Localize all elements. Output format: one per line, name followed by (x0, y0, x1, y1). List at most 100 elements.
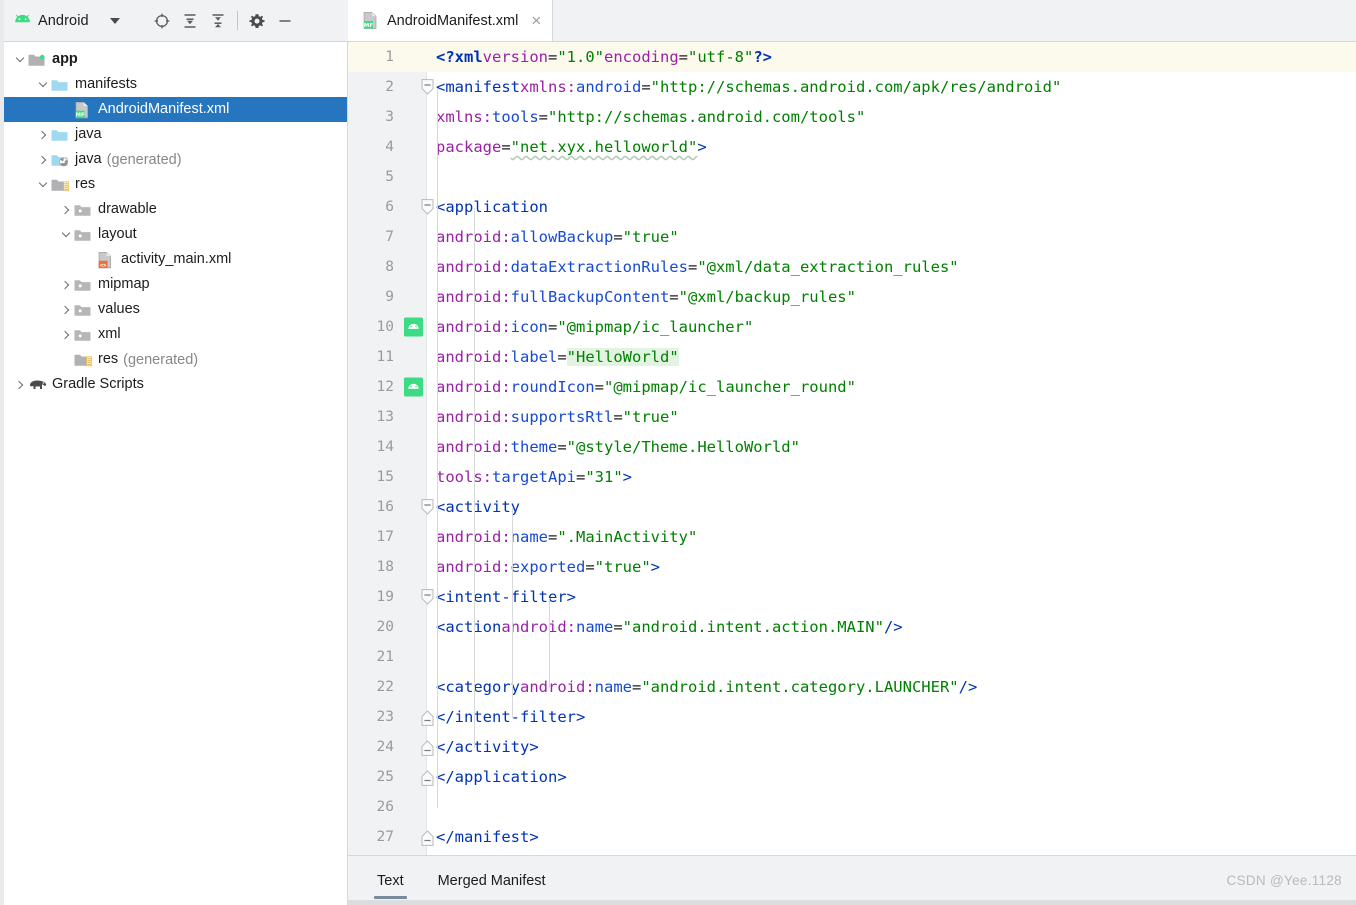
code-line[interactable]: 20 <action android: name = "android.intent.… (348, 612, 1356, 642)
code-text: </manifest> (436, 828, 539, 846)
code-line[interactable]: 16 <activity (348, 492, 1356, 522)
tree-item-drawable[interactable]: drawable (0, 197, 347, 222)
tree-item-androidmanifest-xml[interactable]: MF AndroidManifest.xml (0, 97, 347, 122)
code-line[interactable]: 21 (348, 642, 1356, 672)
expand-all-icon[interactable] (176, 7, 204, 35)
line-number: 8 (385, 259, 394, 275)
code-line[interactable]: 18 android:exported="true"> (348, 552, 1356, 582)
chevron-right-icon[interactable] (35, 152, 51, 168)
tree-item-res[interactable]: res (0, 172, 347, 197)
code-line[interactable]: 1 <?xml version = "1.0" encoding = "utf-8" ?> (348, 42, 1356, 72)
tab-text[interactable]: Text (360, 856, 421, 905)
tab-merged-manifest[interactable]: Merged Manifest (421, 856, 563, 905)
chevron-down-icon[interactable] (35, 77, 51, 93)
code-line[interactable]: 22 <category android: name = "android.inten… (348, 672, 1356, 702)
collapse-all-icon[interactable] (204, 7, 232, 35)
chevron-right-icon[interactable] (58, 277, 74, 293)
chevron-down-icon[interactable] (12, 52, 28, 68)
line-number: 9 (385, 289, 394, 305)
code-text: </activity> (436, 738, 539, 756)
tree-item-mipmap[interactable]: mipmap (0, 272, 347, 297)
code-line[interactable]: 7 android:allowBackup="true" (348, 222, 1356, 252)
chevron-right-icon[interactable] (58, 202, 74, 218)
chevron-right-icon[interactable] (58, 327, 74, 343)
chevron-right-icon[interactable] (58, 302, 74, 318)
tree-item-gradle-scripts[interactable]: Gradle Scripts (0, 372, 347, 397)
fold-collapse-icon[interactable] (419, 192, 435, 222)
tree-item-label: mipmap (98, 276, 150, 293)
code-line[interactable]: 2 <manifest xmlns: android = "http://schema… (348, 72, 1356, 102)
tree-item-java[interactable]: java (generated) (0, 147, 347, 172)
code-line[interactable]: 27 </manifest> (348, 822, 1356, 852)
code-line[interactable]: 11 android:label="HelloWorld" (348, 342, 1356, 372)
code-text: <manifest xmlns: android = "http://schemas.… (436, 78, 1062, 96)
toolbar-separator (236, 11, 238, 30)
tree-item-java[interactable]: java (0, 122, 347, 147)
settings-gear-icon[interactable] (243, 7, 271, 35)
project-tree[interactable]: app manifests MF AndroidManifest.xml java… (0, 42, 348, 905)
close-icon[interactable]: × (531, 12, 541, 29)
select-opened-file-icon[interactable] (148, 7, 176, 35)
android-resource-gutter-icon[interactable] (404, 317, 423, 337)
code-line[interactable]: 4 package = "net.xyx.helloworld" > (348, 132, 1356, 162)
code-line[interactable]: 24 </activity> (348, 732, 1356, 762)
manifest-file-icon: MF (362, 12, 378, 29)
code-line[interactable]: 12 android:roundIcon="@mipmap/ic_launche… (348, 372, 1356, 402)
code-line[interactable]: 8 android:dataExtractionRules="@xml/data… (348, 252, 1356, 282)
folder-icon (74, 202, 92, 217)
code-line[interactable]: 9 android:fullBackupContent="@xml/backup… (348, 282, 1356, 312)
svg-text:MF: MF (75, 112, 84, 118)
fold-expand-icon[interactable] (419, 702, 435, 732)
tree-item-label: manifests (75, 76, 138, 93)
tree-item-activity-main-xml[interactable]: <> activity_main.xml (0, 247, 347, 272)
fold-collapse-icon[interactable] (419, 582, 435, 612)
project-view-selector[interactable]: Android (14, 13, 120, 29)
code-line[interactable]: 17 android:name=".MainActivity" (348, 522, 1356, 552)
code-line[interactable]: 23 </intent-filter> (348, 702, 1356, 732)
tree-item-label: values (98, 301, 140, 318)
code-line[interactable]: 26 (348, 792, 1356, 822)
folder-icon (74, 227, 92, 242)
tree-item-icon (74, 227, 92, 243)
line-number: 24 (376, 739, 394, 755)
fold-expand-icon[interactable] (419, 822, 435, 852)
tree-item-icon (74, 352, 92, 368)
editor-tab-androidmanifest[interactable]: MF AndroidManifest.xml × (348, 0, 554, 41)
code-line[interactable]: 5 (348, 162, 1356, 192)
chevron-down-icon[interactable] (109, 17, 120, 24)
hide-panel-icon[interactable] (271, 7, 299, 35)
android-studio-window: Android MF AndroidManifest.xml × app man… (0, 0, 1356, 905)
tree-item-layout[interactable]: layout (0, 222, 347, 247)
tree-item-icon (74, 202, 92, 218)
tree-item-icon (74, 302, 92, 318)
tree-item-res[interactable]: res (generated) (0, 347, 347, 372)
chevron-down-icon[interactable] (35, 177, 51, 193)
fold-collapse-icon[interactable] (419, 72, 435, 102)
folder-icon (74, 277, 92, 292)
code-line[interactable]: 3 xmlns: tools = "http://schemas.android.co… (348, 102, 1356, 132)
fold-expand-icon[interactable] (419, 762, 435, 792)
code-area[interactable]: 1 <?xml version = "1.0" encoding = "utf-8" ?> 2… (348, 42, 1356, 855)
chevron-right-icon[interactable] (12, 377, 28, 393)
code-line[interactable]: 13 android:supportsRtl="true" (348, 402, 1356, 432)
code-line[interactable]: 19 <intent-filter > (348, 582, 1356, 612)
code-line[interactable]: 10 android:icon="@mipmap/ic_launcher" (348, 312, 1356, 342)
line-number: 4 (385, 139, 394, 155)
fold-expand-icon[interactable] (419, 732, 435, 762)
tree-item-values[interactable]: values (0, 297, 347, 322)
code-line[interactable]: 6 <application (348, 192, 1356, 222)
chevron-right-icon[interactable] (35, 127, 51, 143)
code-line[interactable]: 14 android:theme="@style/Theme.HelloWorl… (348, 432, 1356, 462)
code-line[interactable]: 15 tools: targetApi = "31" > (348, 462, 1356, 492)
tree-item-icon (51, 152, 69, 168)
tree-item-manifests[interactable]: manifests (0, 72, 347, 97)
chevron-down-icon[interactable] (58, 227, 74, 243)
line-number: 11 (376, 349, 394, 365)
tree-item-xml[interactable]: xml (0, 322, 347, 347)
android-resource-gutter-icon[interactable] (404, 377, 423, 397)
code-line[interactable]: 25 </application> (348, 762, 1356, 792)
tree-item-label: app (52, 51, 78, 68)
tree-item-app[interactable]: app (0, 47, 347, 72)
fold-collapse-icon[interactable] (419, 492, 435, 522)
line-number: 7 (385, 229, 394, 245)
